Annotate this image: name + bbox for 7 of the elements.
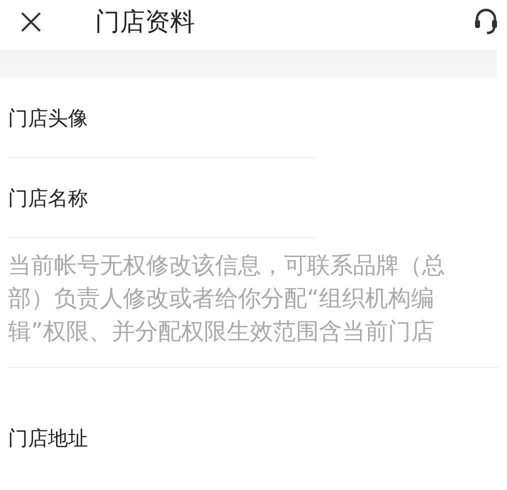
field-label[interactable]: 门店名称 [8, 184, 88, 212]
permission-notice: 当前帐号无权修改该信息，可联系品牌（总部）负责人修改或者给你分配“组织机构编辑”权限、并分配权限生效范围含当前门店 [8, 252, 446, 347]
field-label[interactable]: 门店地址 [8, 424, 88, 452]
headset-icon[interactable] [473, 7, 499, 35]
field-label[interactable]: 门店头像 [8, 104, 88, 132]
close-icon[interactable] [20, 11, 42, 33]
page-title: 门店资料 [95, 6, 195, 38]
